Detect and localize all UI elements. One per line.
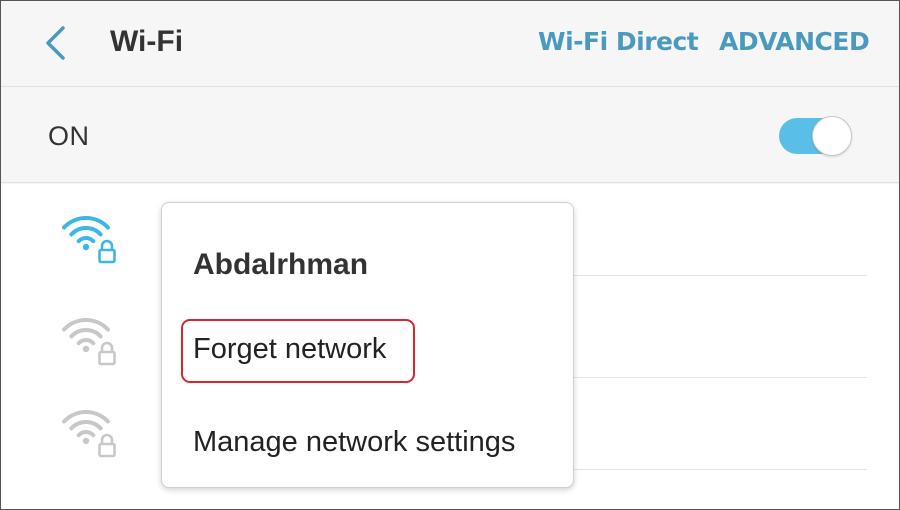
wifi-lock-icon <box>62 318 116 366</box>
wifi-direct-button[interactable]: Wi-Fi Direct <box>538 27 699 56</box>
wifi-state-label: ON <box>48 121 90 151</box>
forget-network-item[interactable]: Forget network <box>193 333 386 366</box>
advanced-button[interactable]: ADVANCED <box>719 27 870 56</box>
page-title: Wi-Fi <box>110 25 184 58</box>
toggle-knob <box>812 116 852 156</box>
wifi-toggle-switch[interactable] <box>779 116 852 156</box>
wifi-toggle-row[interactable]: ON <box>1 88 899 183</box>
manage-network-settings-item[interactable]: Manage network settings <box>193 426 515 459</box>
back-button[interactable] <box>35 23 75 63</box>
app-bar: Wi-Fi Wi-Fi Direct ADVANCED <box>1 1 899 87</box>
wifi-settings-screen: Wi-Fi Wi-Fi Direct ADVANCED ON Abdalrhma… <box>0 0 900 510</box>
wifi-lock-icon <box>62 216 116 264</box>
chevron-left-icon <box>46 26 65 60</box>
network-context-menu: Abdalrhman Forget network Manage network… <box>161 202 574 488</box>
wifi-lock-icon <box>62 410 116 458</box>
menu-title-network-name: Abdalrhman <box>193 248 369 281</box>
